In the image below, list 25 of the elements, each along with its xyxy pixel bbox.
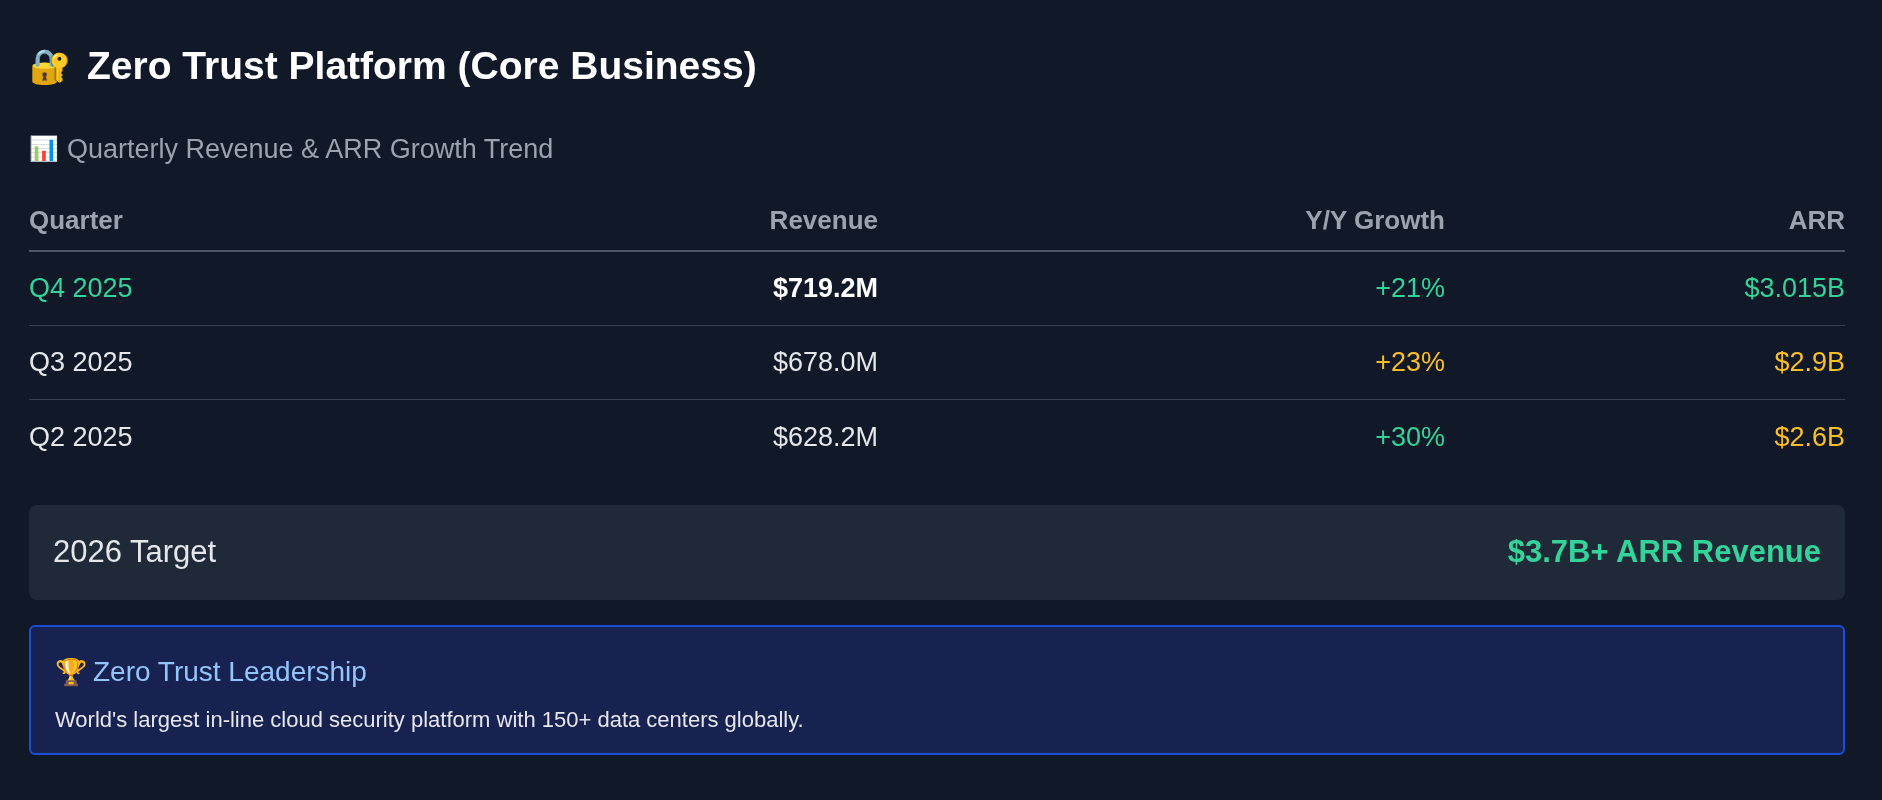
- trophy-icon: 🏆: [55, 659, 87, 685]
- revenue-cell-text: $719.2M: [772, 272, 878, 306]
- target-label: 2026 Target: [53, 533, 217, 572]
- revenue-cell-text: $628.2M: [772, 420, 878, 454]
- revenue-cell-text: $678.0M: [772, 346, 878, 380]
- callout-title: Zero Trust Leadership: [93, 655, 367, 689]
- arr-cell-text: $2.9B: [1774, 346, 1845, 380]
- column-header: Quarter: [29, 203, 123, 237]
- lock-key-icon: 🔐: [29, 49, 71, 83]
- table-subtitle: Quarterly Revenue & ARR Growth Trend: [67, 132, 554, 166]
- growth-cell-text: +21%: [1375, 272, 1445, 306]
- column-header: ARR: [1788, 203, 1845, 237]
- target-value: $3.7B+ ARR Revenue: [1507, 533, 1821, 572]
- quarter-cell-text: Q3 2025: [29, 346, 133, 380]
- growth-cell-text: +23%: [1375, 346, 1445, 380]
- callout-text: World's largest in-line cloud security platform with 150+ data centers globally.: [55, 706, 805, 734]
- bar-chart-icon: 📊: [29, 137, 59, 161]
- section-title: Zero Trust Platform (Core Business): [87, 42, 757, 89]
- growth-cell-text: +30%: [1375, 420, 1445, 454]
- quarter-cell-text: Q2 2025: [29, 420, 133, 454]
- arr-cell-text: $2.6B: [1774, 420, 1845, 454]
- quarter-cell-text: Q4 2025: [29, 272, 133, 306]
- column-header: Y/Y Growth: [1305, 203, 1445, 237]
- column-header: Revenue: [769, 203, 878, 237]
- arr-cell-text: $3.015B: [1744, 272, 1845, 306]
